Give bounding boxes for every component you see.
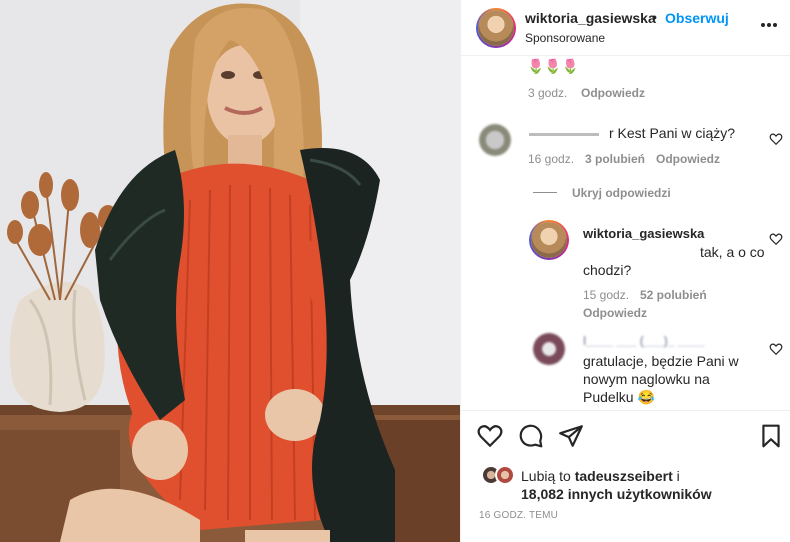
reply-text-line2: chodzi?	[583, 262, 632, 278]
comment-icon[interactable]	[518, 423, 544, 449]
separator-dot: •	[652, 9, 657, 25]
obscured-username	[529, 133, 599, 136]
send-icon[interactable]	[558, 423, 584, 449]
hide-replies-line	[533, 192, 557, 193]
author-username[interactable]: wiktoria_gasiewska	[525, 10, 656, 26]
comment-first-likes[interactable]: 3 polubień	[585, 152, 645, 166]
likes-summary: Lubią to tadeuszseibert i	[521, 467, 680, 485]
follow-button[interactable]: Obserwuj	[665, 10, 729, 26]
post-actions: Lubią to tadeuszseibert i 18,082 innych …	[461, 410, 790, 542]
heart-icon[interactable]	[477, 423, 503, 449]
reply-time: 15 godz.	[583, 288, 630, 302]
reply-author-avatar[interactable]	[529, 220, 569, 260]
comment-top-time: 3 godz.	[528, 86, 568, 100]
likes-count[interactable]: 18,082 innych użytkowników	[521, 485, 712, 503]
reply-like-heart-icon[interactable]	[769, 232, 783, 246]
bookmark-icon[interactable]	[758, 423, 784, 449]
more-horizontal-icon[interactable]	[759, 15, 779, 35]
sponsored-label: Sponsorowane	[525, 31, 606, 45]
post-side-panel: wiktoria_gasiewska • Obserwuj Sponsorowa…	[460, 0, 790, 542]
commenter-avatar[interactable]	[479, 124, 511, 156]
post-photo[interactable]	[0, 0, 460, 542]
commenter-avatar-2[interactable]	[533, 333, 565, 365]
comment-first-reply[interactable]: Odpowiedz	[656, 152, 720, 166]
post-timestamp[interactable]: 16 GODZ. TEMU	[479, 510, 558, 521]
reply-likes[interactable]: 52 polubień	[640, 288, 707, 302]
reply-username[interactable]: wiktoria_gasiewska	[583, 226, 704, 241]
comment-like-heart-icon[interactable]	[769, 132, 783, 146]
comment-first-time: 16 godz.	[528, 152, 575, 166]
author-avatar[interactable]	[476, 8, 516, 48]
reply-reply[interactable]: Odpowiedz	[583, 306, 647, 320]
comment-top-reply[interactable]: Odpowiedz	[581, 86, 645, 100]
likes-prefix: Lubią to	[521, 468, 571, 484]
likes-suffix: i	[676, 468, 680, 484]
comment-second-line3: Pudelku 😂	[583, 389, 655, 405]
likes-user[interactable]: tadeuszseibert	[575, 468, 673, 484]
post-photo-illustration	[0, 0, 460, 542]
comment-top-emojis: 🌷🌷🌷	[527, 58, 580, 74]
comment2-like-heart-icon[interactable]	[769, 342, 783, 356]
post-header: wiktoria_gasiewska • Obserwuj Sponsorowa…	[461, 0, 790, 56]
reply-text-line1: tak, a o co	[700, 244, 765, 260]
comment-second-username[interactable]: l____ ___ (___)_ ____	[583, 334, 704, 348]
liker-avatar-2[interactable]	[495, 465, 515, 485]
hide-replies-label[interactable]: Ukryj odpowiedzi	[572, 186, 671, 200]
comment-second-line2: nowym naglowku na	[583, 371, 710, 387]
comment-second-line1: gratulacje, będzie Pani w	[583, 353, 739, 369]
comment-first-text: r Kest Pani w ciąży?	[609, 125, 736, 141]
